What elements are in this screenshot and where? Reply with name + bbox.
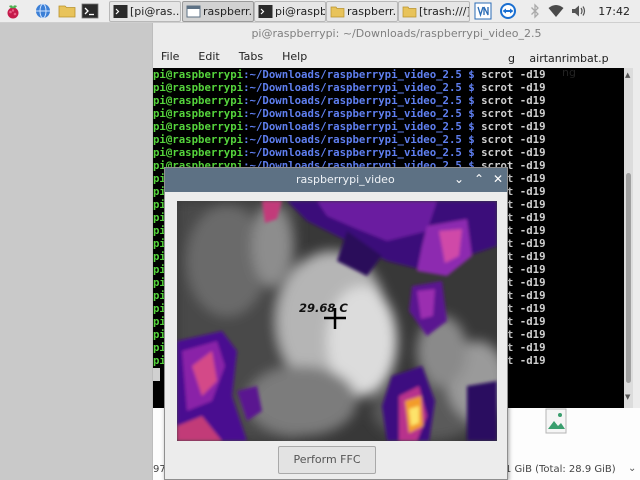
perform-ffc-button[interactable]: Perform FFC [278, 446, 376, 474]
raspberry-icon[interactable] [4, 2, 22, 20]
terminal-line: pi@raspberrypi:~/Downloads/raspberrypi_v… [153, 133, 633, 146]
prompt-path: :~/Downloads/raspberrypi_video_2.5 $ [243, 146, 475, 159]
video-window: raspberrypi_video ⌄ ⌃ ✕ 29.68 C Perform … [164, 167, 508, 480]
prompt-user: pi@raspberrypi [153, 107, 244, 120]
menu-file[interactable]: File [161, 46, 179, 68]
minimize-icon[interactable]: ⌄ [451, 168, 467, 192]
menu-tabs[interactable]: Tabs [239, 46, 263, 68]
scroll-down-arrow-icon[interactable]: ▼ [625, 393, 630, 401]
task-label: [trash:///] [419, 5, 470, 18]
volume-icon[interactable] [570, 2, 588, 20]
task-label: raspberr... [347, 5, 398, 18]
video-titlebar[interactable]: raspberrypi_video ⌄ ⌃ ✕ [165, 168, 507, 192]
chevron-down-icon[interactable]: ⌄ [628, 463, 636, 474]
terminal-line: pi@raspberrypi:~/Downloads/raspberrypi_v… [153, 94, 633, 107]
image-file-icon[interactable] [543, 408, 569, 434]
command-text: scrot -d19 [474, 81, 546, 94]
command-text: scrot -d19 [474, 107, 546, 120]
terminal-icon [258, 5, 273, 18]
scrollbar-thumb[interactable] [626, 173, 631, 383]
text-cursor [153, 368, 160, 381]
task-raspberrypi-video[interactable]: raspberr... [182, 1, 254, 22]
thermal-camera-view [177, 201, 497, 441]
prompt-path: :~/Downloads/raspberrypi_video_2.5 $ [243, 120, 475, 133]
bluetooth-icon[interactable] [526, 2, 544, 20]
prompt-user: pi@raspberrypi [153, 68, 244, 81]
prompt-path: :~/Downloads/raspberrypi_video_2.5 $ [243, 81, 475, 94]
disk-status-text: 1 GiB (Total: 28.9 GiB) [505, 464, 616, 475]
terminal-title: pi@raspberrypi: ~/Downloads/raspberrypi_… [251, 27, 542, 40]
prompt-user: pi@raspberrypi [153, 94, 244, 107]
task-trash[interactable]: [trash:///] [398, 1, 470, 22]
prompt-user: pi@raspberrypi [153, 133, 244, 146]
teamviewer-icon[interactable] [499, 2, 517, 20]
terminal-line: pi@raspberrypi:~/Downloads/raspberrypi_v… [153, 81, 633, 94]
maximize-icon[interactable]: ⌃ [471, 168, 487, 192]
folder-icon[interactable] [58, 2, 76, 20]
folder-icon [330, 6, 345, 18]
prompt-path: :~/Downloads/raspberrypi_video_2.5 $ [243, 94, 475, 107]
terminal-icon [113, 5, 128, 18]
prompt-path: :~/Downloads/raspberrypi_video_2.5 $ [243, 107, 475, 120]
window-icon [186, 5, 201, 18]
task-label: raspberr... [203, 5, 254, 18]
command-text: scrot -d19 [474, 120, 546, 133]
task-terminal-2[interactable]: pi@raspb... [254, 1, 326, 22]
clock: 17:42 [598, 5, 630, 18]
file-name-fragment: g [508, 52, 515, 65]
task-terminal-1[interactable]: [pi@ras... [109, 1, 181, 22]
command-text: scrot -d19 [474, 94, 546, 107]
task-label: [pi@ras... [130, 5, 181, 18]
file-name-label[interactable]: airtanrimbat.p ng [519, 52, 619, 80]
command-text: scrot -d19 [474, 146, 546, 159]
prompt-user: pi@raspberrypi [153, 81, 244, 94]
terminal-line: pi@raspberrypi:~/Downloads/raspberrypi_v… [153, 146, 633, 159]
video-title: raspberrypi_video [296, 173, 395, 186]
task-label: pi@raspb... [275, 5, 326, 18]
temperature-readout: 29.68 C [299, 301, 348, 315]
terminal-icon[interactable] [81, 2, 99, 20]
vnc-icon[interactable] [474, 2, 492, 20]
task-file-manager[interactable]: raspberr... [326, 1, 398, 22]
folder-icon [402, 6, 417, 18]
wifi-icon[interactable] [547, 2, 565, 20]
menu-edit[interactable]: Edit [198, 46, 219, 68]
command-text: scrot -d19 [474, 133, 546, 146]
terminal-line: pi@raspberrypi:~/Downloads/raspberrypi_v… [153, 107, 633, 120]
close-icon[interactable]: ✕ [490, 168, 506, 192]
prompt-user: pi@raspberrypi [153, 120, 244, 133]
prompt-path: :~/Downloads/raspberrypi_video_2.5 $ [243, 133, 475, 146]
scroll-up-arrow-icon[interactable]: ▲ [625, 71, 630, 79]
prompt-path: :~/Downloads/raspberrypi_video_2.5 $ [243, 68, 475, 81]
globe-icon[interactable] [34, 2, 52, 20]
menu-help[interactable]: Help [282, 46, 307, 68]
terminal-line: pi@raspberrypi:~/Downloads/raspberrypi_v… [153, 120, 633, 133]
prompt-user: pi@raspberrypi [153, 146, 244, 159]
taskbar: [pi@ras... raspberr... pi@raspb... raspb… [0, 0, 640, 23]
